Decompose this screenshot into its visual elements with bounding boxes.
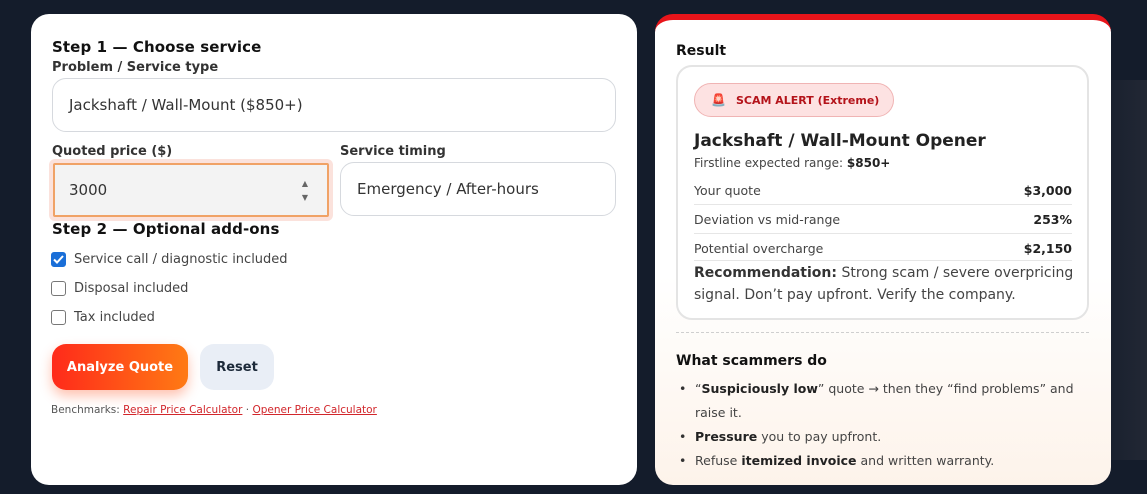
- bullet-icon: •: [679, 381, 687, 396]
- list-item-text: Refuse itemized invoice and written warr…: [695, 453, 995, 468]
- row-value: $2,150: [1023, 241, 1072, 256]
- step2-title: Step 2 — Optional add-ons: [52, 220, 280, 238]
- result-heading: Result: [676, 43, 727, 59]
- row-value: $3,000: [1023, 183, 1072, 198]
- checkbox-checked[interactable]: [51, 252, 66, 267]
- addon-label: Tax included: [74, 310, 155, 325]
- recommendation: Recommendation: Strong scam / severe ove…: [694, 262, 1074, 306]
- range-prefix: Firstline expected range:: [694, 156, 844, 170]
- addon-disposal[interactable]: Disposal included: [51, 281, 188, 296]
- checkbox-unchecked[interactable]: [51, 281, 66, 296]
- row-key: Your quote: [694, 183, 761, 198]
- result-title: Jackshaft / Wall-Mount Opener: [694, 131, 986, 151]
- service-type-select[interactable]: Jackshaft / Wall-Mount ($850+): [52, 78, 616, 132]
- bullet-icon: •: [679, 453, 687, 468]
- addon-tax[interactable]: Tax included: [51, 310, 155, 325]
- quoted-price-value: 3000: [69, 181, 108, 199]
- service-timing-value: Emergency / After-hours: [357, 180, 539, 198]
- quoted-price-input[interactable]: 3000 ▲ ▼: [53, 163, 329, 217]
- row-divider: [694, 260, 1072, 261]
- row-divider: [694, 204, 1072, 205]
- quoted-price-label: Quoted price ($): [52, 144, 173, 159]
- checkmark-icon: [53, 255, 64, 264]
- row-key: Potential overcharge: [694, 241, 824, 256]
- opener-price-calculator-link[interactable]: Opener Price Calculator: [252, 404, 376, 416]
- list-item-text: Pressure you to pay upfront.: [695, 429, 882, 444]
- step1-title: Step 1 — Choose service: [52, 38, 262, 56]
- benchmarks-line: Benchmarks: Repair Price Calculator · Op…: [51, 404, 377, 416]
- service-timing-select[interactable]: Emergency / After-hours: [340, 162, 616, 216]
- section-divider: [676, 332, 1089, 333]
- deviation-row: Deviation vs mid-range 253%: [694, 212, 1072, 227]
- quote-form-card: Step 1 — Choose service Problem / Servic…: [31, 14, 637, 485]
- service-type-value: Jackshaft / Wall-Mount ($850+): [69, 96, 303, 114]
- overcharge-row: Potential overcharge $2,150: [694, 241, 1072, 256]
- addon-service-call[interactable]: Service call / diagnostic included: [51, 252, 288, 267]
- scammers-list: • “Suspiciously low” quote → then they “…: [679, 377, 1084, 473]
- checkbox-unchecked[interactable]: [51, 310, 66, 325]
- list-item: • “Suspiciously low” quote → then they “…: [679, 377, 1084, 425]
- repair-price-calculator-link[interactable]: Repair Price Calculator: [123, 404, 242, 416]
- addon-label: Disposal included: [74, 281, 189, 296]
- benchmarks-prefix: Benchmarks:: [51, 404, 120, 416]
- bullet-icon: •: [679, 429, 687, 444]
- row-key: Deviation vs mid-range: [694, 212, 841, 227]
- scam-alert-label: SCAM ALERT (Extreme): [735, 93, 880, 107]
- addon-label: Service call / diagnostic included: [74, 252, 288, 267]
- your-quote-row: Your quote $3,000: [694, 183, 1072, 198]
- scammers-heading: What scammers do: [676, 353, 827, 369]
- list-item: • Pressure you to pay upfront.: [679, 425, 1084, 449]
- scam-alert-badge: 🚨 SCAM ALERT (Extreme): [694, 83, 894, 117]
- siren-icon: 🚨: [711, 93, 726, 107]
- analyze-quote-button[interactable]: Analyze Quote: [52, 344, 188, 390]
- result-card: Result 🚨 SCAM ALERT (Extreme) Jackshaft …: [655, 14, 1111, 485]
- quoted-price-focus-ring: 3000 ▲ ▼: [49, 159, 333, 221]
- list-item-text: “Suspiciously low” quote → then they “fi…: [695, 381, 1074, 420]
- list-item: • Refuse itemized invoice and written wa…: [679, 449, 1084, 473]
- reset-button[interactable]: Reset: [200, 344, 274, 390]
- service-type-label: Problem / Service type: [52, 60, 219, 75]
- spinner-down-icon[interactable]: ▼: [302, 193, 308, 203]
- row-value: 253%: [1033, 212, 1072, 227]
- recommendation-label: Recommendation:: [694, 265, 837, 281]
- benchmarks-separator: ·: [245, 404, 250, 416]
- row-divider: [694, 233, 1072, 234]
- number-spinner[interactable]: ▲ ▼: [299, 179, 311, 203]
- result-summary-box: 🚨 SCAM ALERT (Extreme) Jackshaft / Wall-…: [676, 65, 1089, 320]
- service-timing-label: Service timing: [340, 144, 446, 159]
- expected-range: Firstline expected range: $850+: [694, 156, 890, 170]
- spinner-up-icon[interactable]: ▲: [302, 179, 308, 189]
- range-value: $850+: [846, 156, 891, 170]
